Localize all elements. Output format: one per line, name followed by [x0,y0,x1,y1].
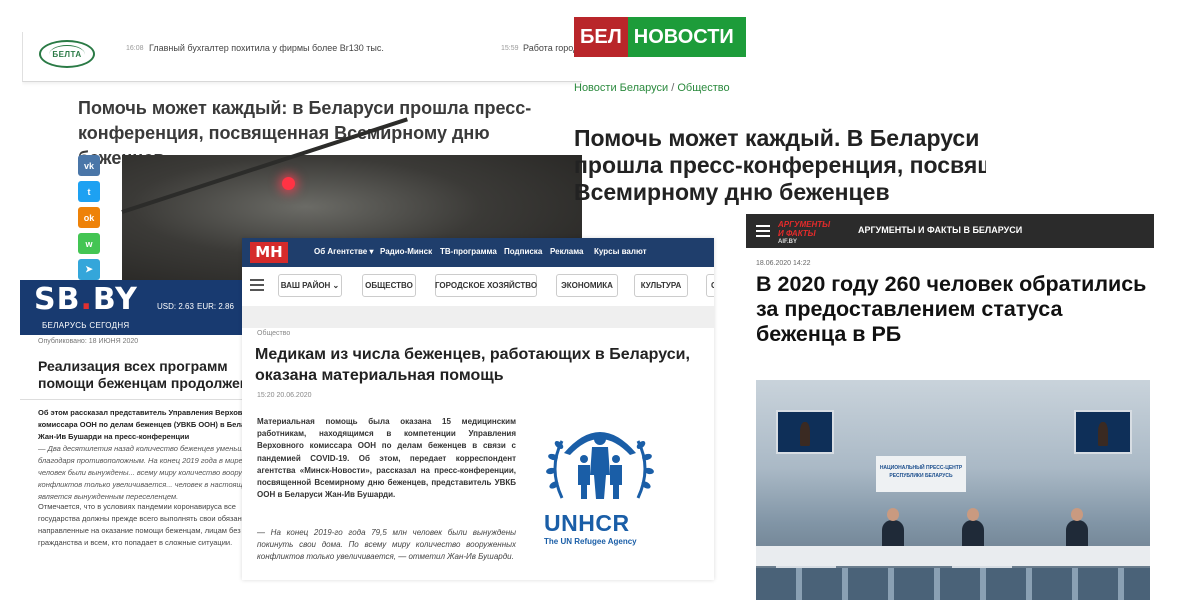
nav-ads[interactable]: Реклама [550,247,583,256]
belta-logo-text: БЕЛТА [52,49,82,59]
press-center-banner: НАЦИОНАЛЬНЫЙ ПРЕСС-ЦЕНТР РЕСПУБЛИКИ БЕЛА… [876,456,966,492]
breadcrumb: Новости Беларуси / Общество [574,82,730,94]
belnovosti-article-title: Помочь может каждый. В Беларуси прошла п… [574,125,986,205]
belnovosti-logo[interactable]: БЕЛ НОВОСТИ [574,17,746,57]
ticker-headline-link[interactable]: Главный бухгалтер похитила у фирмы более… [149,43,384,53]
divider [20,399,250,400]
mn-logo[interactable]: МН [250,242,288,263]
ticker-time: 16:08 [126,45,144,52]
category-society[interactable]: ОБЩЕСТВО [362,274,416,297]
mn-top-nav: МН Об Агентстве ▾ Радио-Минск ТВ-програм… [242,238,714,267]
sb-logo[interactable]: SB.BY [34,282,138,317]
unhcr-emblem-icon [546,432,654,499]
odnoklassniki-icon[interactable]: ok [78,207,100,228]
sb-logo-right: BY [92,282,138,317]
whatsapp-icon[interactable]: w [78,233,100,254]
breadcrumb-home-link[interactable]: Новости Беларуси [574,82,668,94]
mn-article-title: Медикам из числа беженцев, работающих в … [255,346,690,384]
hamburger-menu-icon[interactable] [756,225,770,240]
aif-article-screenshot: АРГУМЕНТЫ И ФАКТЫ AIF.BY АРГУМЕНТЫ И ФАК… [746,214,1154,600]
share-buttons: vk t ok w ➤ [78,155,100,280]
article-rubric: Общество [257,330,291,337]
aif-header-title[interactable]: АРГУМЕНТЫ И ФАКТЫ В БЕЛАРУСИ [858,225,1022,235]
telegram-icon[interactable]: ➤ [78,259,100,280]
logo-part-red: БЕЛ [574,17,628,57]
unhcr-tagline: The UN Refugee Agency [544,537,637,546]
published-date: Опубликовано: 18 ИЮНЯ 2020 [38,338,139,345]
category-city-economy[interactable]: ГОРОДСКОЕ ХОЗЯЙСТВО [435,274,537,297]
breadcrumb-separator: / [671,82,675,94]
eur-rate: EUR: 2.86 [197,302,234,311]
category-culture[interactable]: КУЛЬТУРА [634,274,688,297]
category-more[interactable]: С [706,274,714,297]
mn-article-date: 15:20 20.06.2020 [257,392,312,399]
aif-header: АРГУМЕНТЫ И ФАКТЫ AIF.BY АРГУМЕНТЫ И ФАК… [746,214,1154,248]
audience-seats [756,568,1150,600]
ad-strip [242,306,714,328]
category-economy[interactable]: ЭКОНОМИКА [556,274,618,297]
twitter-icon[interactable]: t [78,181,100,202]
category-district[interactable]: ВАШ РАЙОН ⌄ [278,274,342,297]
sb-subtitle: БЕЛАРУСЬ СЕГОДНЯ [42,321,130,330]
hamburger-menu-icon[interactable] [250,279,264,294]
aif-article-title: В 2020 году 260 человек обратились за пр… [756,272,1147,346]
aif-logo-bottom: И ФАКТЫ [778,229,816,238]
sb-logo-dot: . [80,282,93,317]
aif-logo-domain: AIF.BY [778,239,798,245]
unhcr-logo: UNHCR The UN Refugee Agency [540,413,660,553]
sb-logo-left: SB [34,282,81,317]
ticker-time: 15:59 [501,45,519,52]
sb-article-title: Реализация всех программ помощи беженцам… [38,358,250,391]
belta-logo[interactable]: БЕЛТА [39,40,95,68]
nav-radio[interactable]: Радио-Минск [380,247,432,256]
sb-article-paragraph: Отмечается, что в условиях пандемии коро… [38,502,250,547]
sb-article-lead: Об этом рассказал представитель Управлен… [38,408,250,441]
nav-currency[interactable]: Курсы валют [594,247,647,256]
aif-logo-top: АРГУМЕНТЫ [778,220,831,229]
minsk-novosti-article-screenshot: МН Об Агентстве ▾ Радио-Минск ТВ-програм… [242,238,714,580]
nav-subscription[interactable]: Подписка [504,247,542,256]
breadcrumb-section-link[interactable]: Общество [677,82,729,94]
aif-article-date: 18.06.2020 14:22 [756,260,811,267]
nav-tv[interactable]: ТВ-программа [440,247,497,256]
sb-header: SB.BY БЕЛАРУСЬ СЕГОДНЯ USD: 2.63 EUR: 2.… [20,280,250,335]
vk-icon[interactable]: vk [78,155,100,176]
unhcr-wordmark: UNHCR [544,510,630,536]
sb-article-quote: — Два десятилетия назад количество бежен… [38,444,250,501]
mn-article-lead: Материальная помощь была оказана 15 меди… [257,417,516,500]
video-screen [776,410,834,454]
mn-article-quote: — На конец 2019-го года 79,5 млн человек… [257,528,516,561]
press-conference-photo: НАЦИОНАЛЬНЫЙ ПРЕСС-ЦЕНТР РЕСПУБЛИКИ БЕЛА… [756,380,1150,600]
video-screen [1074,410,1132,454]
sb-article-screenshot: SB.BY БЕЛАРУСЬ СЕГОДНЯ USD: 2.63 EUR: 2.… [20,280,250,600]
aif-logo[interactable]: АРГУМЕНТЫ И ФАКТЫ AIF.BY [778,220,842,245]
belnovosti-article-screenshot: БЕЛ НОВОСТИ Новости Беларуси / Общество … [566,15,986,235]
logo-part-green: НОВОСТИ [627,17,746,57]
belta-header: БЕЛТА 16:08 Главный бухгалтер похитила у… [22,32,582,82]
conference-desk [756,546,1150,566]
usd-rate: USD: 2.63 [157,302,194,311]
nav-about[interactable]: Об Агентстве ▾ [314,247,373,256]
photo-red-light [282,177,295,190]
